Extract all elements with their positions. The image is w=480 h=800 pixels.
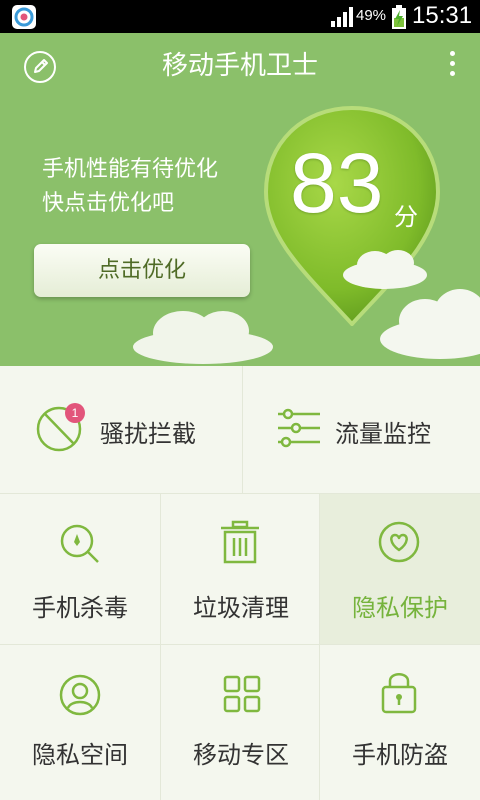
cloud-icon bbox=[133, 311, 273, 364]
feature-junk-clean[interactable]: 垃圾清理 bbox=[161, 494, 320, 645]
trash-icon bbox=[221, 520, 259, 564]
feature-label: 手机防盗 bbox=[352, 741, 448, 769]
feature-privacy-protect[interactable]: 隐私保护 bbox=[320, 494, 480, 645]
clock-time: 15:31 bbox=[412, 2, 473, 29]
status-bar: 49% 15:31 bbox=[0, 0, 480, 33]
optimize-button[interactable]: 点击优化 bbox=[34, 244, 250, 297]
apps-grid-icon bbox=[223, 675, 261, 713]
feature-label: 隐私空间 bbox=[32, 741, 128, 769]
notification-badge: 1 bbox=[65, 403, 85, 423]
user-icon bbox=[59, 674, 101, 716]
score-unit: 分 bbox=[394, 203, 418, 231]
battery-percent: 49% bbox=[356, 7, 387, 24]
feature-label: 隐私保护 bbox=[352, 594, 448, 622]
feature-label: 垃圾清理 bbox=[193, 594, 289, 622]
cloud-icon bbox=[380, 289, 480, 359]
scan-icon bbox=[60, 524, 99, 563]
app-title: 移动手机卫士 bbox=[161, 51, 318, 81]
more-dot-icon bbox=[450, 51, 455, 56]
score-value: 83 bbox=[290, 136, 384, 230]
feature-mobile-zone[interactable]: 移动专区 bbox=[161, 645, 320, 800]
heart-shield-icon bbox=[378, 521, 420, 563]
feature-anti-theft[interactable]: 手机防盗 bbox=[320, 645, 480, 800]
more-dot-icon bbox=[450, 61, 455, 66]
lock-icon bbox=[381, 673, 417, 714]
feature-traffic-monitor[interactable]: 流量监控 bbox=[243, 366, 480, 494]
feature-label: 骚扰拦截 bbox=[100, 420, 196, 448]
sliders-icon bbox=[278, 408, 320, 448]
feature-harassment-block[interactable]: 1 骚扰拦截 bbox=[0, 366, 243, 494]
feature-private-space[interactable]: 隐私空间 bbox=[0, 645, 161, 800]
feature-label: 手机杀毒 bbox=[32, 594, 128, 622]
feature-grid: 1 骚扰拦截 流量监控 手机杀毒 垃圾清理 隐私保护 隐私空间 移动专区 手机防… bbox=[0, 366, 480, 800]
more-dot-icon bbox=[450, 71, 455, 76]
signal-icon bbox=[331, 7, 353, 27]
feature-antivirus[interactable]: 手机杀毒 bbox=[0, 494, 161, 645]
app-notification-icon bbox=[12, 5, 36, 29]
hero-panel: 移动手机卫士 手机性能有待优化 快点击优化吧 点击优化 83 分 bbox=[0, 33, 480, 366]
feature-label: 流量监控 bbox=[335, 420, 431, 448]
status-message-line-1: 手机性能有待优化 bbox=[42, 157, 219, 182]
battery-charging-icon bbox=[392, 5, 406, 29]
feature-label: 移动专区 bbox=[193, 741, 289, 769]
more-menu-button[interactable] bbox=[440, 47, 464, 81]
status-message-line-2: 快点击优化吧 bbox=[42, 191, 175, 216]
